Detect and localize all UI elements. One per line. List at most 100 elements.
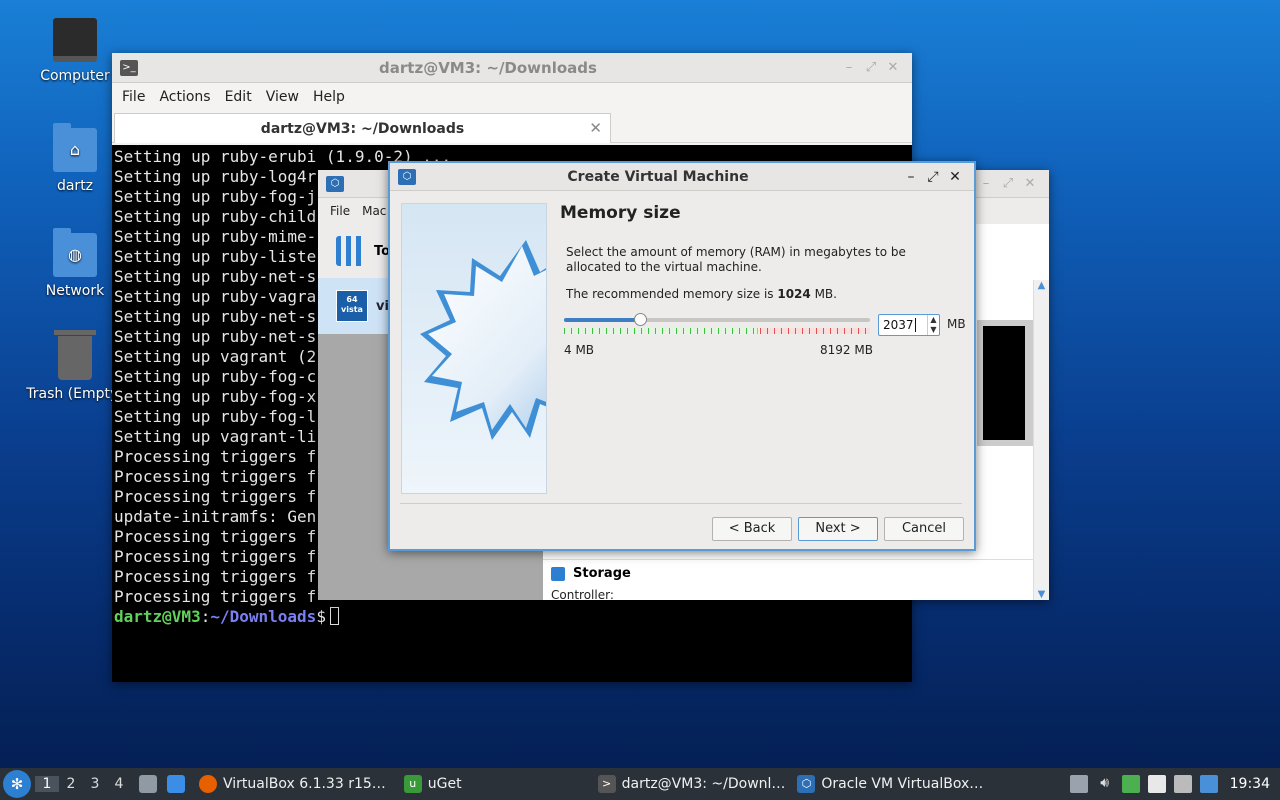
network-folder-icon: ◍ [53, 228, 97, 277]
terminal-prompt: dartz@VM3:~/Downloads$ [114, 607, 910, 627]
menu-machine[interactable]: Mac [356, 204, 392, 218]
terminal-menubar: File Actions Edit View Help [112, 83, 912, 111]
monitor-icon [53, 18, 97, 62]
file-manager-icon[interactable] [139, 775, 157, 793]
workspace-4[interactable]: 4 [107, 776, 131, 792]
virtualbox-icon: ⬡ [326, 175, 344, 192]
terminal-app-icon: >_ [120, 59, 138, 76]
clipboard-icon[interactable] [1147, 775, 1166, 793]
trash-icon [54, 330, 96, 380]
menu-help[interactable]: Help [306, 89, 352, 105]
minimize-icon[interactable]: – [838, 60, 860, 75]
slider-min-label: 4 MB [564, 343, 595, 357]
back-button[interactable]: < Back [712, 517, 792, 541]
notifications-icon[interactable] [1069, 775, 1088, 793]
memory-description: Select the amount of memory (RAM) in meg… [566, 245, 906, 274]
vm-os-icon: 64 vista [336, 290, 368, 322]
task-label: VirtualBox 6.1.33 r15… [223, 776, 386, 792]
task-virtualbox-browser[interactable]: VirtualBox 6.1.33 r15… [193, 775, 392, 793]
slider-zone-danger [759, 328, 870, 334]
menu-file[interactable]: File [324, 204, 356, 218]
controller-label: Controller: [551, 588, 614, 602]
system-tray: 🔊︎ 19:34 [1069, 775, 1280, 793]
spin-arrows-icon[interactable]: ▲ ▼ [927, 315, 939, 335]
clock: 19:34 [1229, 776, 1270, 792]
workspace-2[interactable]: 2 [59, 776, 83, 792]
taskbar: ✻ 1 2 3 4 VirtualBox 6.1.33 r15… u uGet … [0, 768, 1280, 800]
virtualbox-icon: ⬡ [398, 168, 416, 185]
slider-zone-safe [564, 328, 757, 334]
prompt-symbol: $ [316, 607, 326, 626]
terminal-titlebar[interactable]: >_ dartz@VM3: ~/Downloads – ⤢ ✕ [112, 53, 912, 83]
menu-file[interactable]: File [115, 89, 152, 105]
button-separator [400, 503, 962, 504]
memory-slider[interactable] [564, 313, 870, 335]
dialog-titlebar[interactable]: ⬡ Create Virtual Machine – ⤢ ✕ [390, 163, 974, 191]
terminal-cursor [329, 607, 339, 625]
tab-title: dartz@VM3: ~/Downloads [260, 120, 465, 137]
terminal-icon: > [597, 775, 616, 793]
maximize-icon[interactable]: ⤢ [997, 176, 1019, 191]
terminal-tab[interactable]: dartz@VM3: ~/Downloads ✕ [114, 113, 611, 143]
start-menu-icon[interactable]: ✻ [3, 770, 31, 798]
storage-icon [551, 566, 565, 581]
wizard-illustration [401, 203, 547, 494]
prompt-user: dartz@VM3 [114, 607, 201, 626]
cancel-button[interactable]: Cancel [884, 517, 964, 541]
show-desktop-icon[interactable] [167, 775, 185, 793]
memory-size-spinbox[interactable]: 2037 ▲ ▼ [878, 314, 940, 336]
prompt-path: ~/Downloads [210, 607, 317, 626]
recommend-value: 1024 [777, 287, 811, 301]
minimize-icon[interactable]: – [975, 176, 997, 191]
firefox-icon [199, 775, 217, 793]
close-icon[interactable]: ✕ [882, 60, 904, 75]
menu-view[interactable]: View [259, 89, 306, 105]
starburst-icon [420, 240, 546, 440]
workspace-3[interactable]: 3 [83, 776, 107, 792]
updates-icon[interactable] [1199, 775, 1218, 793]
details-scrollbar[interactable]: ▲ ▼ [1033, 280, 1049, 600]
create-vm-dialog[interactable]: ⬡ Create Virtual Machine – ⤢ ✕ Memory si… [388, 161, 976, 551]
prompt-separator: : [200, 607, 211, 626]
vm-preview-screen [977, 320, 1033, 446]
maximize-icon[interactable]: ⤢ [860, 60, 882, 75]
virtualbox-icon: ⬡ [797, 775, 816, 793]
next-button[interactable]: Next > [798, 517, 878, 541]
uget-icon: u [403, 775, 422, 793]
task-label: dartz@VM3: ~/Downl… [621, 776, 786, 792]
home-folder-icon: ⌂ [53, 123, 97, 172]
task-uget[interactable]: u uGet [398, 775, 468, 793]
task-virtualbox-manager[interactable]: ⬡ Oracle VM VirtualBox… [791, 775, 989, 793]
slider-ticks [564, 328, 870, 334]
close-icon[interactable]: ✕ [944, 169, 966, 185]
tools-icon [336, 236, 366, 266]
slider-thumb[interactable] [633, 313, 647, 326]
recommend-suffix: MB. [810, 287, 837, 301]
workspace-1[interactable]: 1 [35, 776, 59, 792]
task-terminal[interactable]: > dartz@VM3: ~/Downl… [592, 775, 792, 793]
tab-close-icon[interactable]: ✕ [589, 119, 602, 137]
minimize-icon[interactable]: – [900, 169, 922, 185]
recommend-prefix: The recommended memory size is [566, 287, 778, 301]
menu-edit[interactable]: Edit [218, 89, 259, 105]
slider-max-label: 8192 MB [820, 343, 873, 357]
recommended-memory-text: The recommended memory size is 1024 MB. [566, 287, 837, 301]
memory-size-value: 2037 [883, 318, 914, 332]
dialog-title: Create Virtual Machine [567, 168, 749, 185]
slider-fill [564, 318, 640, 322]
terminal-tabbar: dartz@VM3: ~/Downloads ✕ [112, 111, 912, 143]
storage-section-header[interactable]: Storage [543, 559, 1033, 587]
storage-label: Storage [573, 566, 631, 581]
uget-tray-icon[interactable] [1121, 775, 1140, 793]
scroll-down-icon[interactable]: ▼ [1034, 589, 1049, 600]
network-icon[interactable] [1173, 775, 1192, 793]
scroll-up-icon[interactable]: ▲ [1034, 280, 1049, 291]
close-icon[interactable]: ✕ [1019, 176, 1041, 191]
task-label: uGet [427, 776, 462, 792]
task-label: Oracle VM VirtualBox… [821, 776, 984, 792]
memory-unit-label: MB [947, 317, 966, 331]
menu-actions[interactable]: Actions [152, 89, 217, 105]
volume-icon[interactable]: 🔊︎ [1096, 775, 1114, 793]
terminal-window-title: dartz@VM3: ~/Downloads [379, 58, 597, 77]
maximize-icon[interactable]: ⤢ [922, 169, 944, 185]
